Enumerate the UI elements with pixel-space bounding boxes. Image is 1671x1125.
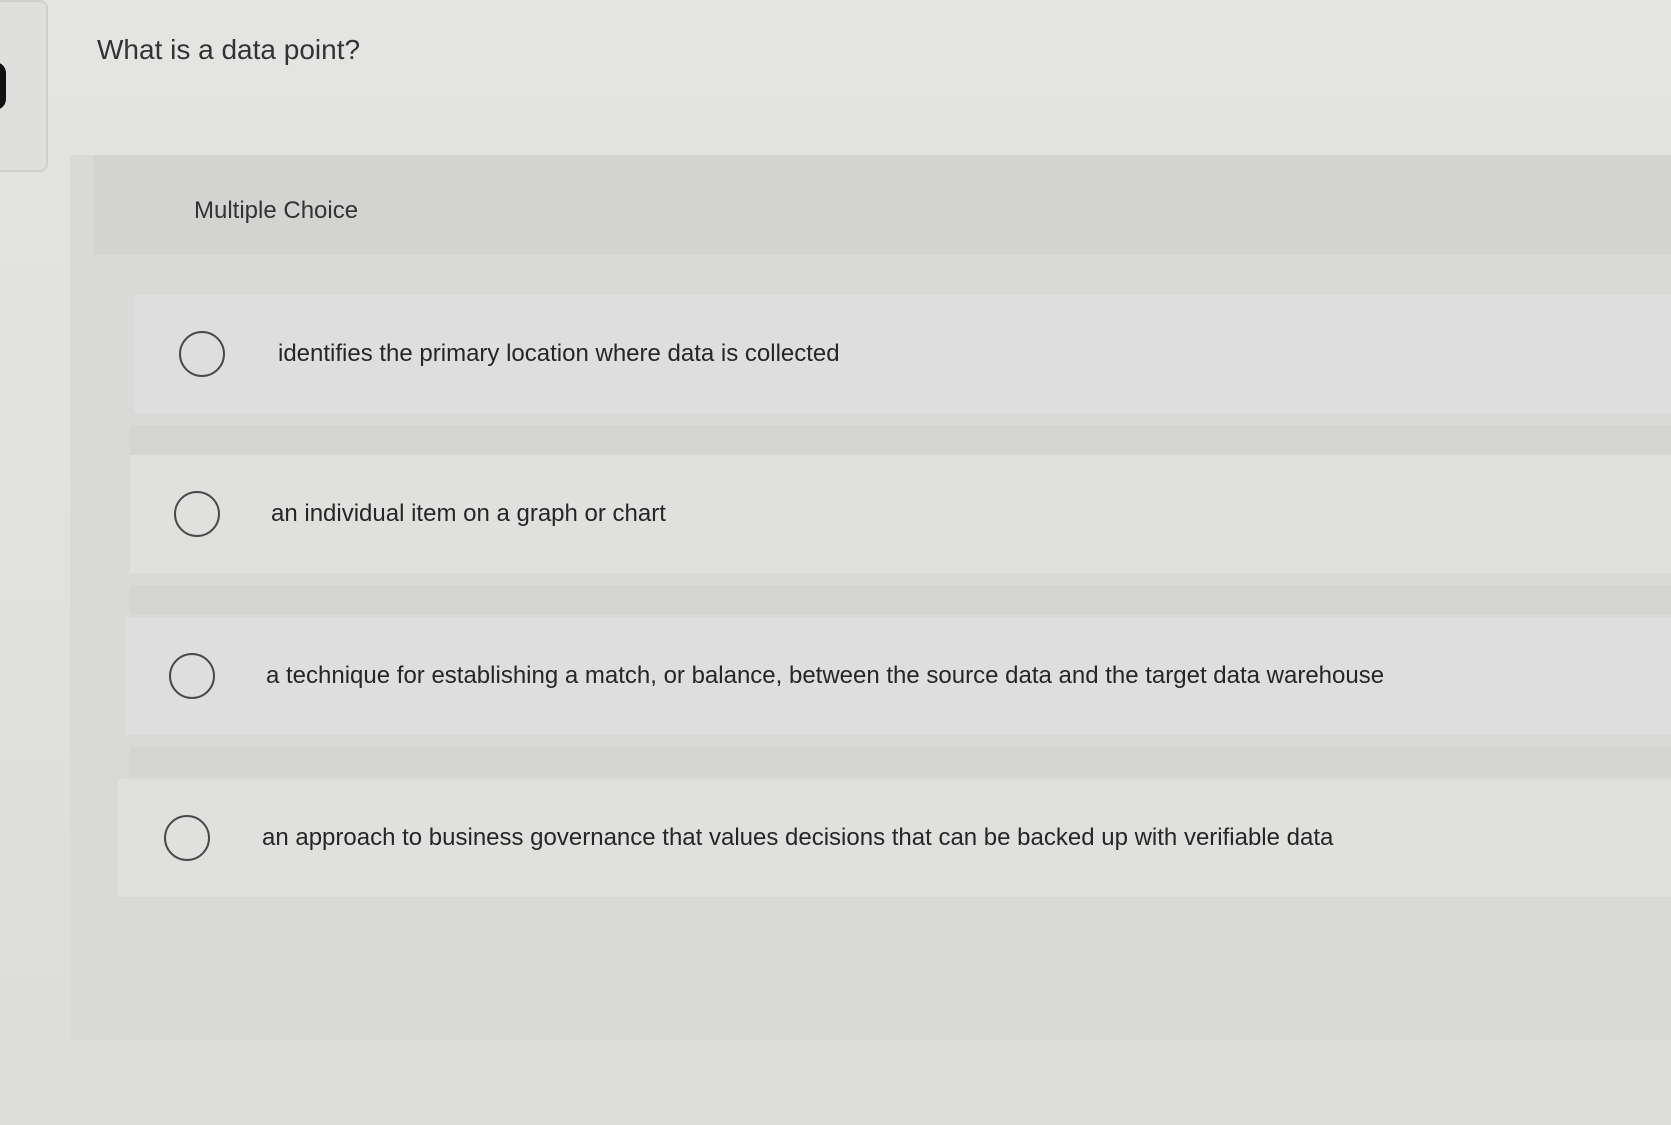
row-divider — [130, 747, 1671, 777]
row-divider — [130, 425, 1671, 455]
row-divider — [130, 585, 1671, 615]
answer-option-label: a technique for establishing a match, or… — [266, 662, 1385, 689]
question-card: Multiple Choice identifies the primary l… — [70, 155, 1671, 1040]
question-title: What is a data point? — [97, 34, 361, 65]
answer-option-label: an approach to business governance that … — [262, 824, 1334, 851]
radio-button-icon[interactable] — [164, 815, 210, 861]
radio-button-icon[interactable] — [174, 491, 220, 537]
radio-button-icon[interactable] — [169, 653, 215, 699]
side-panel-edge — [0, 0, 48, 172]
scroll-handle[interactable] — [0, 62, 6, 110]
answer-option-4[interactable]: an approach to business governance that … — [118, 779, 1671, 897]
answer-option-2[interactable]: an individual item on a graph or chart — [130, 455, 1671, 573]
radio-button-icon[interactable] — [179, 331, 225, 377]
answer-option-label: identifies the primary location where da… — [278, 340, 840, 367]
answer-options: identifies the primary location where da… — [70, 155, 1671, 1040]
answer-option-1[interactable]: identifies the primary location where da… — [134, 295, 1671, 413]
answer-option-label: an individual item on a graph or chart — [271, 500, 666, 527]
answer-option-3[interactable]: a technique for establishing a match, or… — [125, 617, 1671, 735]
